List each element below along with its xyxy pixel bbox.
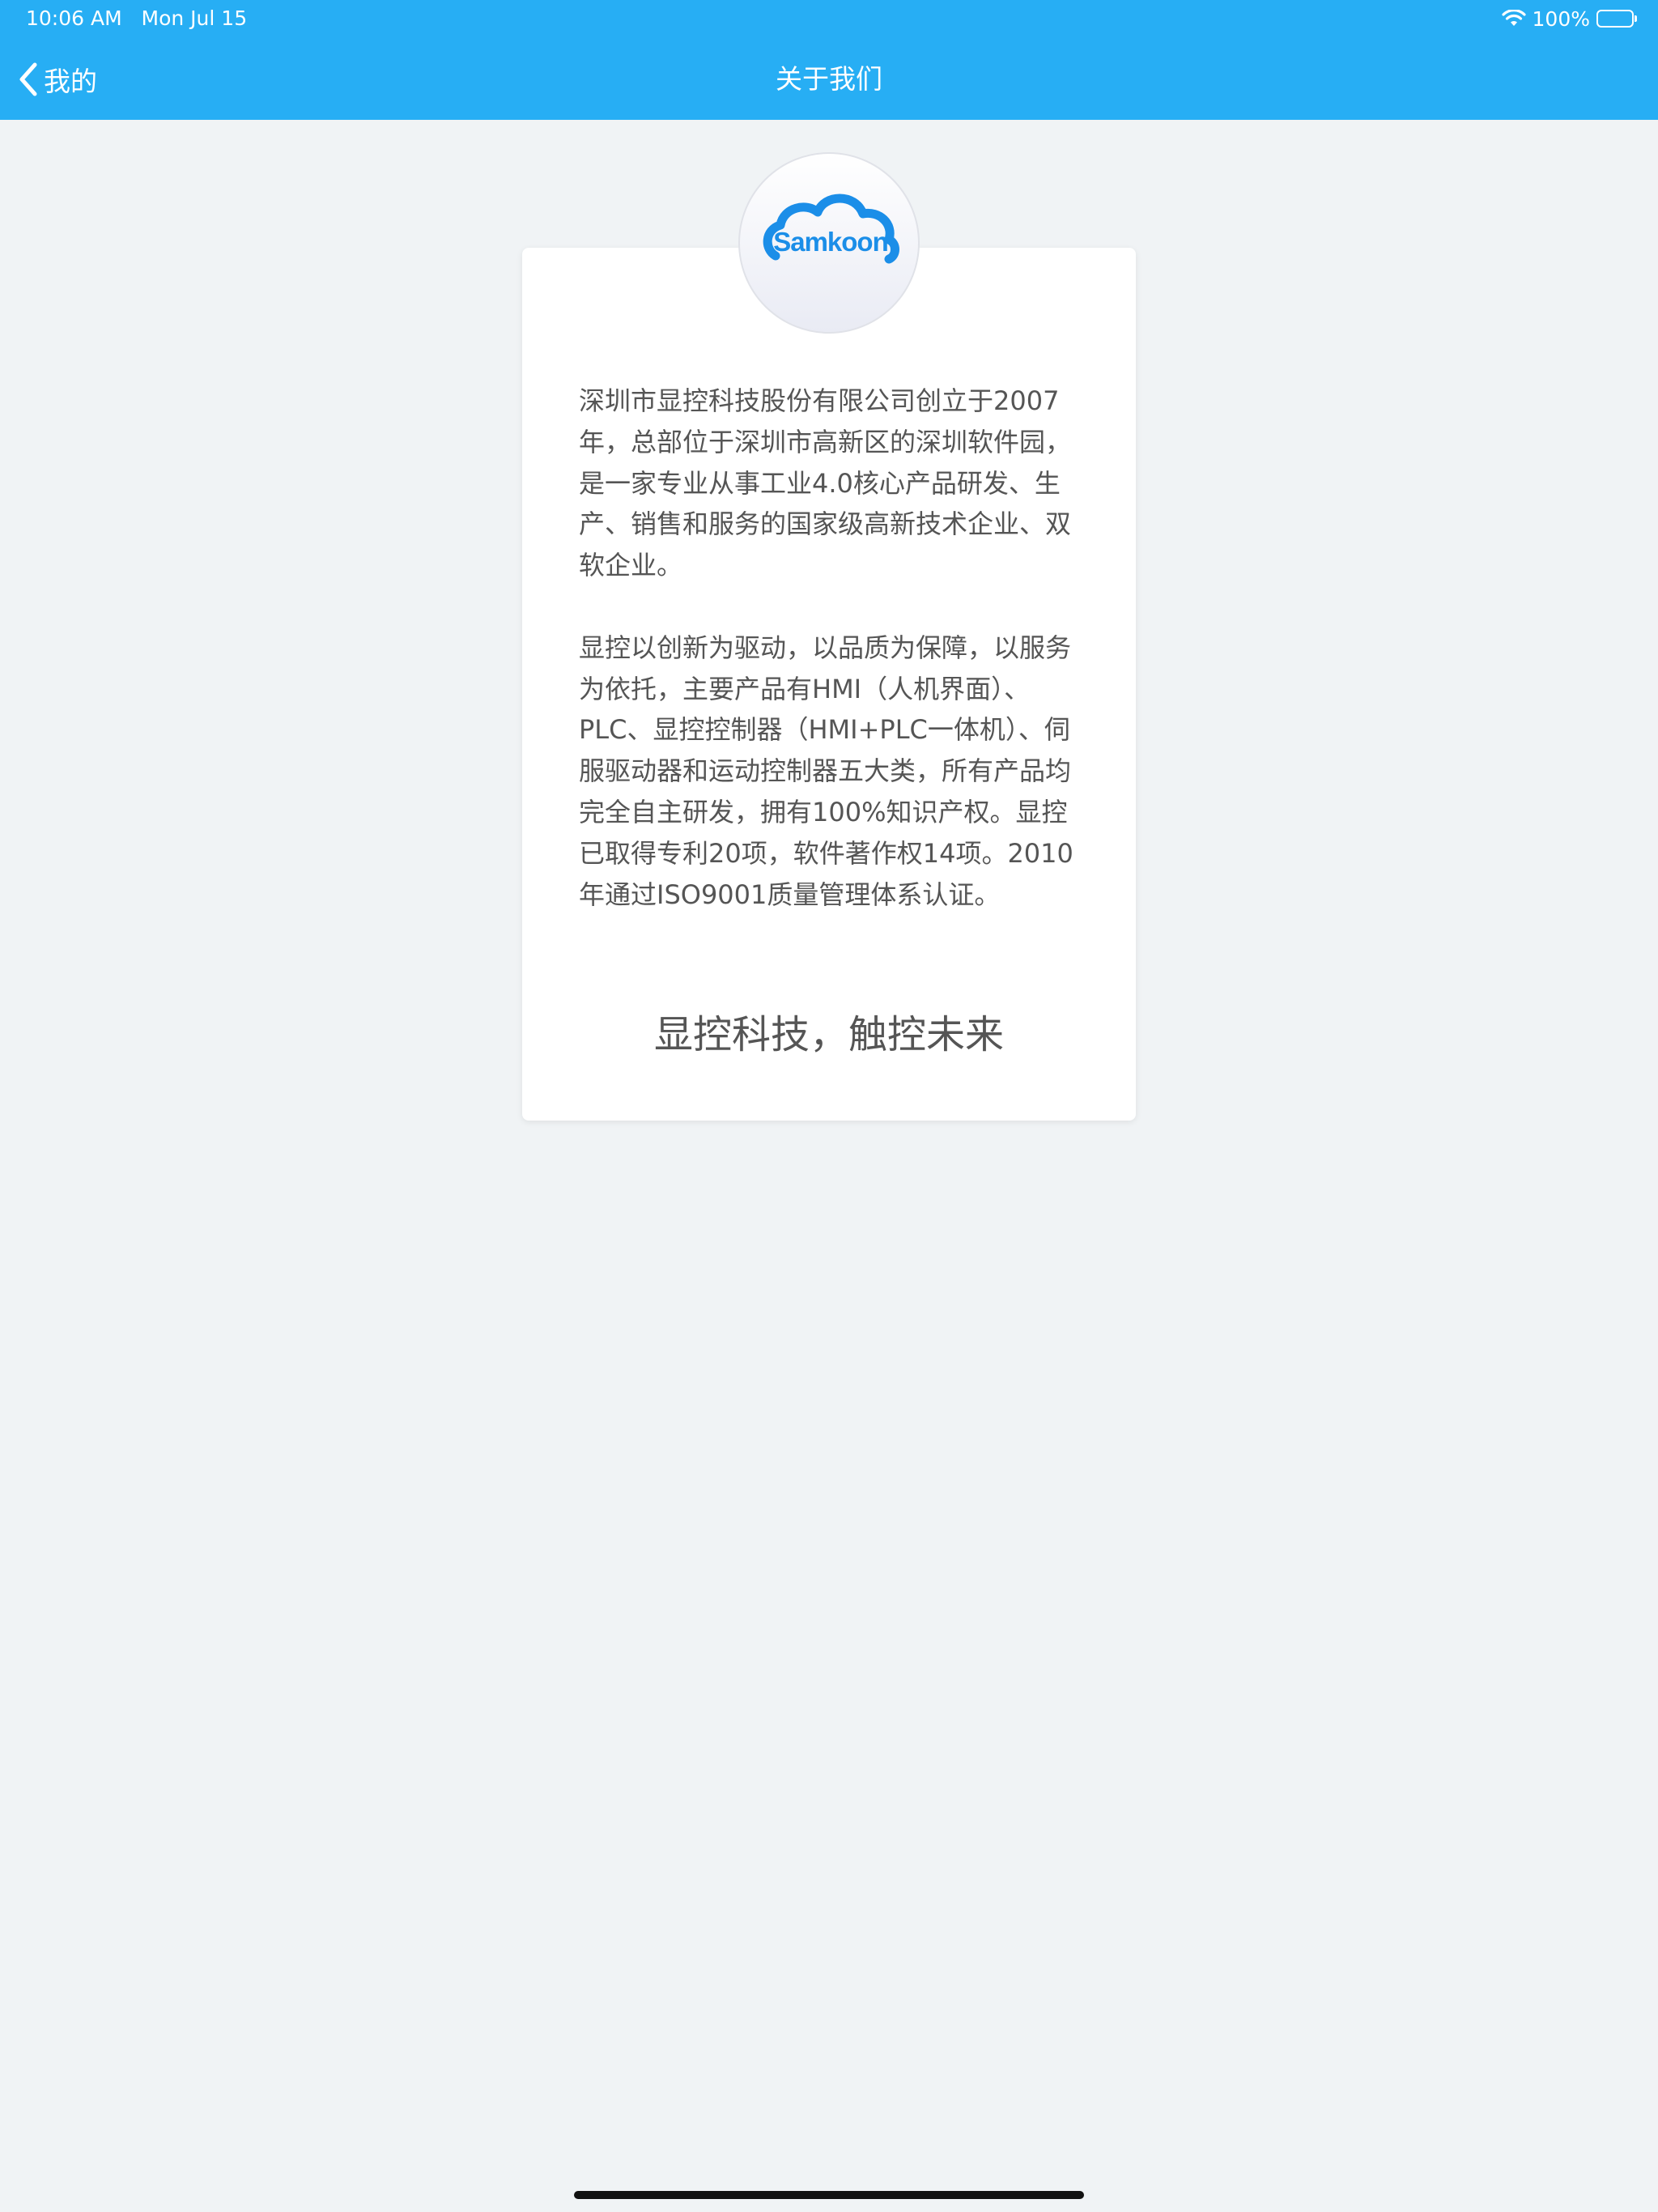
status-clock: 10:06 AM: [26, 6, 122, 30]
battery-percent: 100%: [1532, 6, 1590, 31]
battery-icon: [1596, 10, 1637, 28]
status-date: Mon Jul 15: [141, 6, 248, 30]
wifi-icon: [1501, 10, 1526, 28]
status-time: 10:06 AM Mon Jul 15: [26, 6, 247, 31]
company-description: 深圳市显控科技股份有限公司创立于2007年，总部位于深圳市高新区的深圳软件园，是…: [579, 381, 1085, 915]
company-logo: Samkoon: [738, 152, 920, 334]
description-paragraph-2: 显控以创新为驱动，以品质为保障，以服务为依托，主要产品有HMI（人机界面）、PL…: [579, 632, 1073, 910]
logo-text: Samkoon: [773, 227, 889, 257]
header-bar: 10:06 AM Mon Jul 15 100% 我的 关于我们: [0, 0, 1658, 120]
status-indicators: 100%: [1501, 6, 1637, 31]
home-indicator[interactable]: [574, 2191, 1084, 2199]
description-paragraph-1: 深圳市显控科技股份有限公司创立于2007年，总部位于深圳市高新区的深圳软件园，是…: [579, 385, 1072, 581]
slogan: 显控科技，触控未来: [653, 1012, 1004, 1057]
page-title: 关于我们: [776, 63, 882, 95]
